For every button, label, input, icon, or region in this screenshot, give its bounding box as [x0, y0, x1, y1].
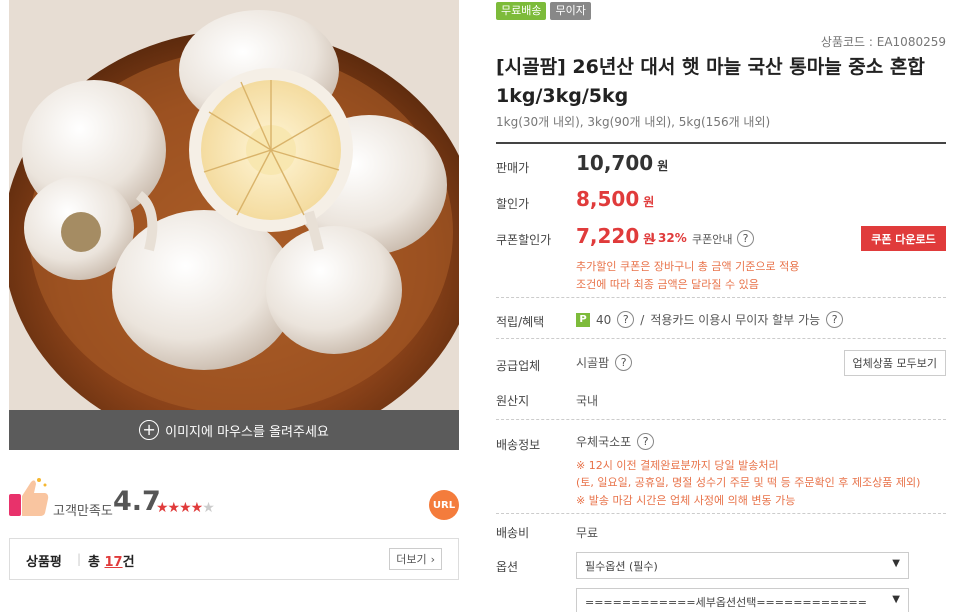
points-row: P 40 ? / 적용카드 이용시 무이자 할부 가능 ?: [576, 311, 844, 328]
discount-rate: ↓32%: [648, 231, 687, 245]
shipping-row: 우체국소포 ?: [576, 433, 655, 450]
product-subtitle: 1kg(30개 내외), 3kg(90개 내외), 5kg(156개 내외): [496, 115, 771, 129]
interest-free-badge: 무이자: [550, 2, 591, 20]
sub-option-select[interactable]: ============세부옵션선택============ ▼: [576, 588, 909, 612]
origin-label: 원산지: [496, 394, 530, 408]
sale-price: 8,500 원: [576, 187, 655, 211]
coupon-note-1: 추가할인 쿠폰은 장바구니 총 금액 기준으로 적용: [576, 260, 800, 273]
divider: [496, 419, 946, 420]
product-code: 상품코드 : EA1080259: [820, 35, 946, 49]
shipping-note-1: ※ 12시 이전 결제완료분까지 당일 발송처리: [576, 459, 779, 472]
url-share-button[interactable]: URL: [429, 490, 459, 520]
coupon-note-2: 조건에 따라 최종 금액은 달라질 수 있음: [576, 278, 759, 291]
points-slash: /: [640, 312, 645, 327]
origin-value: 국내: [576, 394, 599, 408]
chevron-down-icon: ▼: [892, 594, 900, 605]
zoom-plus-icon: +: [139, 420, 160, 440]
product-image[interactable]: + 이미지에 마우스를 올려주세요: [9, 0, 459, 450]
review-count: 총 17건: [88, 555, 135, 570]
shipping-method: 우체국소포: [576, 435, 632, 449]
divider: [496, 513, 946, 514]
coupon-guide-label: 쿠폰안내: [692, 233, 733, 246]
card-help-icon[interactable]: ?: [826, 311, 844, 328]
shipping-fee-value: 무료: [576, 526, 599, 540]
coupon-download-button[interactable]: 쿠폰 다운로드: [861, 226, 946, 251]
review-more-button[interactable]: 더보기 ›: [389, 548, 442, 570]
garlic-photo: [9, 0, 459, 450]
options-label: 옵션: [496, 560, 519, 574]
shipping-note-2: (토, 일요일, 공휴일, 명절 성수기 주문 및 떡 등 주문확인 후 제조상…: [576, 476, 921, 489]
sale-price-label: 할인가: [496, 197, 530, 211]
normal-price: 10,700 원: [576, 151, 669, 175]
chevron-down-icon: ▼: [892, 558, 900, 569]
review-title: 상품평: [26, 555, 62, 570]
coupon-price: 7,220 원: [576, 224, 655, 248]
point-icon: P: [576, 312, 590, 327]
points-label: 적립/혜택: [496, 315, 545, 329]
coupon-price-label: 쿠폰할인가: [496, 233, 552, 247]
shipping-fee-label: 배송비: [496, 526, 530, 540]
rating-row: 고객만족도 4.7 ★★★★★ URL: [9, 474, 459, 522]
free-shipping-badge: 무료배송: [496, 2, 547, 20]
review-separator: |: [77, 552, 82, 566]
title-divider: [496, 142, 946, 144]
shipping-note-3: ※ 발송 마감 시간은 업체 사정에 의해 변동 가능: [576, 494, 796, 507]
vendor-row: 시골팜 ?: [576, 354, 633, 371]
normal-price-label: 판매가: [496, 161, 530, 175]
coupon-help-icon[interactable]: ?: [737, 230, 754, 247]
shipping-label: 배송정보: [496, 438, 541, 452]
divider: [496, 338, 946, 339]
vendor-name: 시골팜: [576, 356, 610, 370]
divider: [496, 297, 946, 298]
required-option-select[interactable]: 필수옵션 (필수) ▼: [576, 552, 909, 579]
image-hover-hint: + 이미지에 마우스를 올려주세요: [9, 410, 459, 450]
points-value: 40: [596, 312, 612, 327]
vendor-products-button[interactable]: 업체상품 모두보기: [843, 350, 946, 376]
badge-list: 무료배송 무이자: [496, 2, 591, 20]
rating-value: 4.7: [113, 486, 161, 517]
points-help-icon[interactable]: ?: [617, 311, 635, 328]
thumbs-up-icon: [9, 478, 49, 516]
chevron-right-icon: ›: [430, 552, 435, 566]
product-title: [시골팜] 26년산 대서 햇 마늘 국산 통마늘 중소 혼합 1kg/3kg/…: [496, 56, 925, 107]
vendor-label: 공급업체: [496, 359, 541, 373]
rating-stars: ★★★★★: [156, 500, 215, 516]
shipping-help-icon[interactable]: ?: [637, 433, 655, 450]
card-benefit-text: 적용카드 이용시 무이자 할부 가능: [650, 313, 821, 327]
vendor-help-icon[interactable]: ?: [615, 354, 633, 371]
review-summary: 상품평 | 총 17건 더보기 ›: [9, 538, 459, 580]
image-hover-text: 이미지에 마우스를 올려주세요: [165, 424, 329, 440]
rating-label: 고객만족도: [53, 504, 113, 519]
